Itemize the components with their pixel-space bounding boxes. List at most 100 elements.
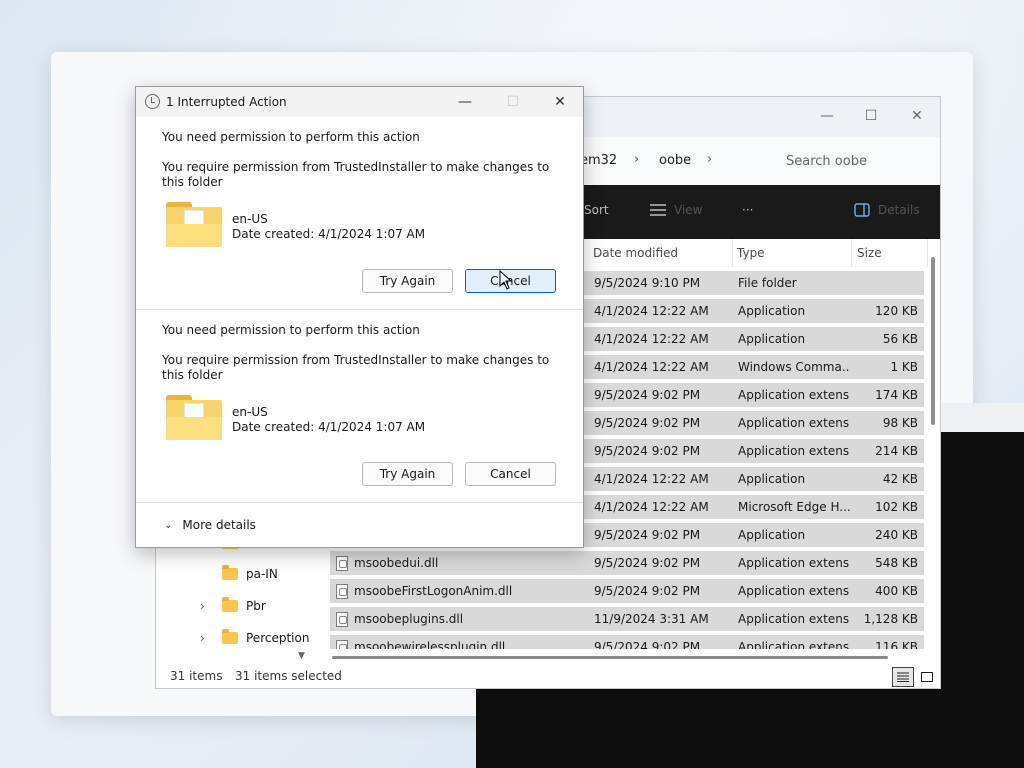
tree-item-label: Perception xyxy=(246,631,310,645)
details-label: Details xyxy=(878,203,920,217)
file-date-modified: 9/5/2024 9:10 PM xyxy=(594,276,701,290)
view-label: View xyxy=(674,203,703,217)
search-input[interactable]: Search oobe xyxy=(772,145,940,177)
file-type: Application extens... xyxy=(738,612,850,626)
table-row[interactable]: msoobedui.dll 9/5/2024 9:02 PM Application… xyxy=(330,551,924,575)
expand-chevron-icon[interactable]: › xyxy=(200,599,205,613)
folder-icon xyxy=(222,629,238,644)
more-label: ··· xyxy=(742,203,754,217)
tree-item-label: Pbr xyxy=(246,599,266,613)
details-view-button[interactable] xyxy=(892,667,914,687)
folder-icon xyxy=(166,202,222,247)
file-type: Application extens... xyxy=(738,416,850,430)
file-date-modified: 4/1/2024 12:22 AM xyxy=(594,500,709,514)
file-size: 102 KB xyxy=(875,500,918,514)
column-header-date-modified[interactable]: Date modified xyxy=(588,239,733,267)
close-icon: ✕ xyxy=(554,94,566,110)
dll-file-icon xyxy=(336,611,348,627)
folder-name: en-US xyxy=(232,212,268,226)
view-button[interactable]: View xyxy=(650,203,702,217)
breadcrumb-chevron-icon[interactable]: › xyxy=(634,152,639,167)
column-header-size[interactable]: Size xyxy=(852,239,928,267)
column-header-type[interactable]: Type xyxy=(732,239,852,267)
breadcrumb-chevron-icon[interactable]: › xyxy=(707,152,712,167)
details-pane-button[interactable]: Details xyxy=(854,203,920,217)
file-size: 214 KB xyxy=(875,444,918,458)
selected-count: 31 items selected xyxy=(235,669,342,683)
dll-file-icon xyxy=(336,555,348,571)
details-view-icon xyxy=(897,672,909,682)
sort-button[interactable]: Sort xyxy=(584,203,609,217)
table-row[interactable]: msoobeFirstLogonAnim.dll 9/5/2024 9:02 PM… xyxy=(330,579,924,603)
view-icon xyxy=(650,204,666,216)
file-date-modified: 4/1/2024 12:22 AM xyxy=(594,332,709,346)
file-date-modified: 9/5/2024 9:02 PM xyxy=(594,416,701,430)
table-row[interactable]: msoobeplugins.dll 11/9/2024 3:31 AM Applic… xyxy=(330,607,924,631)
file-date-modified: 4/1/2024 12:22 AM xyxy=(594,304,709,318)
tree-item-pa-in[interactable]: pa-IN xyxy=(222,565,278,581)
dll-file-icon xyxy=(336,583,348,599)
conflict-message: You require permission from TrustedInsta… xyxy=(162,353,550,382)
file-name-cell: msoobeplugins.dll xyxy=(336,607,463,631)
cancel-button[interactable]: Cancel xyxy=(465,462,556,486)
large-icons-view-icon xyxy=(921,672,933,682)
file-name: msoobeplugins.dll xyxy=(354,612,464,626)
status-bar: 31 items 31 items selected xyxy=(156,665,940,689)
file-size: 42 KB xyxy=(882,472,918,486)
file-type: Application xyxy=(738,528,806,542)
file-type: Application extens... xyxy=(738,584,850,598)
folder-date-created: Date created: 4/1/2024 1:07 AM xyxy=(232,227,426,241)
conflict-heading: You need permission to perform this acti… xyxy=(162,130,420,144)
file-name-cell: msoobewirelessplugin.dll xyxy=(336,635,505,649)
file-type: Application extens... xyxy=(738,444,850,458)
section-divider xyxy=(136,309,583,310)
folder-icon xyxy=(222,565,238,580)
vertical-scrollbar[interactable] xyxy=(931,257,935,425)
file-date-modified: 9/5/2024 9:02 PM xyxy=(594,444,701,458)
file-date-modified: 9/5/2024 9:02 PM xyxy=(594,640,701,649)
interrupted-action-dialog: 1 Interrupted Action — ☐ ✕ You need perm… xyxy=(135,86,584,548)
more-options-button[interactable]: ··· xyxy=(742,203,753,217)
dialog-close-button[interactable]: ✕ xyxy=(537,87,583,117)
file-size: 240 KB xyxy=(875,528,918,542)
tree-item-pbr[interactable]: Pbr xyxy=(222,597,266,613)
clock-icon xyxy=(145,94,160,109)
large-icons-view-button[interactable] xyxy=(916,667,938,687)
file-size: 1 KB xyxy=(890,360,918,374)
file-type: Application extens... xyxy=(738,640,850,649)
file-date-modified: 9/5/2024 9:02 PM xyxy=(594,528,701,542)
folder-name: en-US xyxy=(232,405,268,419)
mouse-cursor-icon xyxy=(499,270,513,290)
search-placeholder: Search oobe xyxy=(786,153,867,169)
file-date-modified: 11/9/2024 3:31 AM xyxy=(594,612,709,626)
file-size: 174 KB xyxy=(875,388,918,402)
try-again-button[interactable]: Try Again xyxy=(362,462,453,486)
file-size: 400 KB xyxy=(875,584,918,598)
file-date-modified: 4/1/2024 12:22 AM xyxy=(594,360,709,374)
file-type: Application xyxy=(738,472,806,486)
close-icon: ✕ xyxy=(911,108,923,124)
dialog-minimize-button[interactable]: — xyxy=(442,87,488,117)
maximize-button[interactable]: ☐ xyxy=(848,101,894,131)
breadcrumb-item[interactable]: em32 xyxy=(580,153,617,168)
breadcrumb-item[interactable]: oobe xyxy=(659,153,691,168)
file-date-modified: 9/5/2024 9:02 PM xyxy=(594,388,701,402)
file-date-modified: 9/5/2024 9:02 PM xyxy=(594,584,701,598)
minimize-icon: — xyxy=(458,94,472,110)
file-size: 116 KB xyxy=(875,640,918,649)
tree-item-perception[interactable]: Perception xyxy=(222,629,310,645)
more-details-toggle[interactable]: ⌄ More details xyxy=(164,518,256,532)
scroll-down-arrow-icon[interactable]: ▼ xyxy=(298,651,305,661)
try-again-button[interactable]: Try Again xyxy=(362,269,453,293)
folder-icon xyxy=(166,395,222,440)
close-button[interactable]: ✕ xyxy=(894,101,940,131)
table-row[interactable]: msoobewirelessplugin.dll 9/5/2024 9:02 PM… xyxy=(330,635,924,649)
section-divider xyxy=(136,502,583,503)
file-size: 120 KB xyxy=(875,304,918,318)
minimize-button[interactable]: — xyxy=(804,101,850,131)
file-date-modified: 4/1/2024 12:22 AM xyxy=(594,472,709,486)
expand-chevron-icon[interactable]: › xyxy=(200,631,205,645)
maximize-icon: ☐ xyxy=(506,94,520,110)
horizontal-scrollbar[interactable] xyxy=(332,656,888,659)
file-name: msoobedui.dll xyxy=(354,556,439,570)
